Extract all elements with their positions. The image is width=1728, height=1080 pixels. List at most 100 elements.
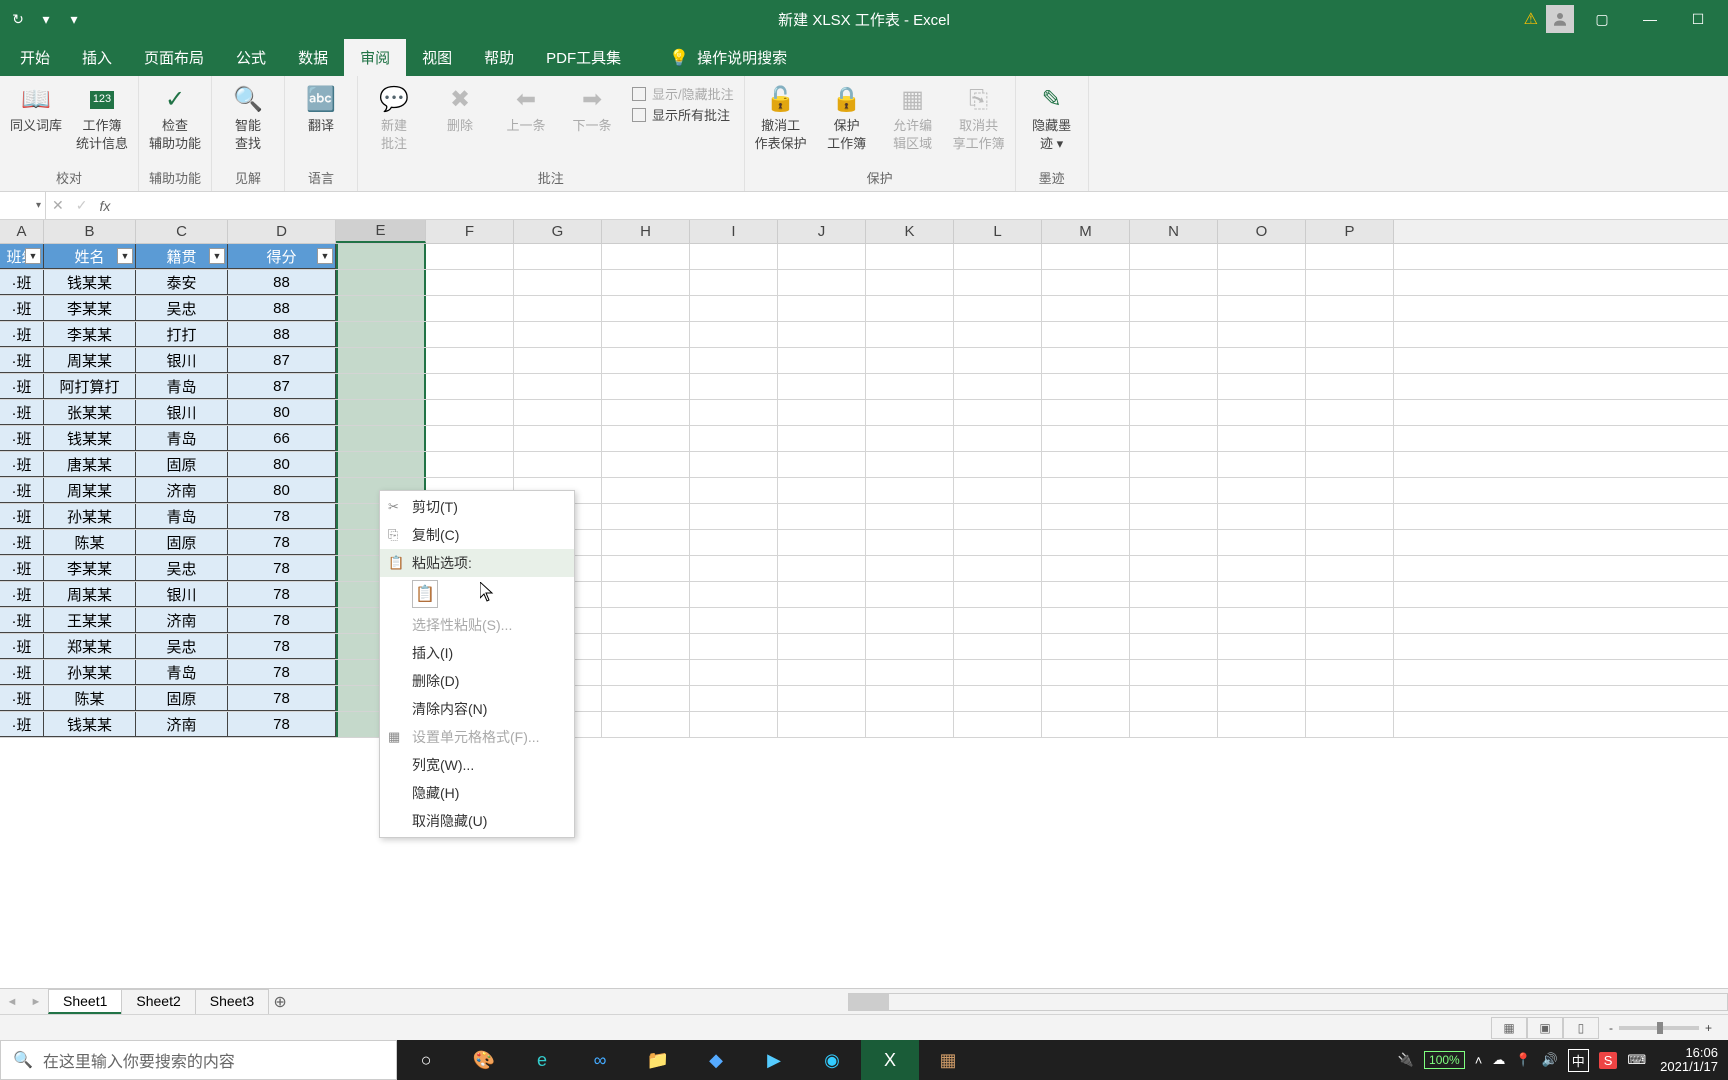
cell[interactable] — [1306, 374, 1394, 399]
cell[interactable]: 青岛 — [136, 426, 228, 451]
col-header-N[interactable]: N — [1130, 220, 1218, 243]
cell[interactable]: 钱某某 — [44, 270, 136, 295]
ctx-item[interactable]: 删除(D) — [380, 667, 574, 695]
zoom-in-button[interactable]: + — [1705, 1021, 1712, 1035]
sheet-tab-Sheet3[interactable]: Sheet3 — [195, 989, 269, 1014]
cell[interactable] — [514, 374, 602, 399]
cell[interactable] — [1306, 426, 1394, 451]
ribbon-btn-ink[interactable]: ✎隐藏墨迹 ▾ — [1022, 80, 1082, 166]
cell[interactable]: ·班 — [0, 712, 44, 737]
cell[interactable]: 班组▼ — [0, 244, 44, 269]
cell[interactable] — [426, 244, 514, 269]
normal-view-button[interactable]: ▦ — [1491, 1017, 1527, 1039]
name-box[interactable]: ▾ — [0, 192, 46, 219]
cell[interactable] — [954, 582, 1042, 607]
col-header-M[interactable]: M — [1042, 220, 1130, 243]
ctx-item[interactable]: 📋粘贴选项: — [380, 549, 574, 577]
col-header-J[interactable]: J — [778, 220, 866, 243]
cell[interactable] — [866, 634, 954, 659]
cell[interactable] — [778, 556, 866, 581]
filter-icon[interactable]: ▼ — [117, 248, 133, 264]
cell[interactable] — [778, 270, 866, 295]
cell[interactable] — [1306, 322, 1394, 347]
col-header-L[interactable]: L — [954, 220, 1042, 243]
cell[interactable] — [1306, 452, 1394, 477]
cell[interactable] — [1042, 270, 1130, 295]
cell[interactable] — [778, 322, 866, 347]
cell[interactable] — [426, 426, 514, 451]
cell[interactable]: ·班 — [0, 504, 44, 529]
cell[interactable] — [336, 270, 426, 295]
cell[interactable] — [426, 270, 514, 295]
cell[interactable]: 78 — [228, 634, 336, 659]
cell[interactable] — [866, 400, 954, 425]
ribbon-tab-5[interactable]: 审阅 — [344, 39, 406, 76]
cell[interactable] — [690, 582, 778, 607]
cell[interactable] — [778, 426, 866, 451]
cell[interactable] — [1042, 530, 1130, 555]
cell[interactable] — [690, 270, 778, 295]
cell[interactable]: 郑某某 — [44, 634, 136, 659]
ribbon-tab-3[interactable]: 公式 — [220, 39, 282, 76]
col-header-B[interactable]: B — [44, 220, 136, 243]
cell[interactable] — [602, 296, 690, 321]
sogou-icon[interactable]: S — [1599, 1052, 1618, 1069]
cell[interactable] — [778, 634, 866, 659]
cell[interactable] — [1042, 348, 1130, 373]
cell[interactable] — [778, 660, 866, 685]
cell[interactable] — [1306, 686, 1394, 711]
col-header-A[interactable]: A — [0, 220, 44, 243]
cell[interactable] — [1130, 270, 1218, 295]
cell[interactable]: 周某某 — [44, 348, 136, 373]
taskbar-clock[interactable]: 16:06 2021/1/17 — [1656, 1046, 1722, 1075]
cell[interactable] — [602, 270, 690, 295]
cell[interactable] — [1042, 686, 1130, 711]
cell[interactable]: ·班 — [0, 582, 44, 607]
page-layout-view-button[interactable]: ▣ — [1527, 1017, 1563, 1039]
cell[interactable]: 固原 — [136, 452, 228, 477]
cell[interactable]: 88 — [228, 270, 336, 295]
cell[interactable] — [1042, 582, 1130, 607]
cell[interactable] — [1130, 530, 1218, 555]
cell[interactable]: 88 — [228, 296, 336, 321]
cell[interactable] — [954, 686, 1042, 711]
battery-status[interactable]: 100% — [1424, 1051, 1465, 1069]
cell[interactable] — [1042, 374, 1130, 399]
cell[interactable]: ·班 — [0, 322, 44, 347]
cortana-icon[interactable]: ○ — [397, 1040, 455, 1080]
cell[interactable] — [602, 348, 690, 373]
cell[interactable] — [778, 296, 866, 321]
cell[interactable]: 李某某 — [44, 322, 136, 347]
cell[interactable]: 籍贯▼ — [136, 244, 228, 269]
ctx-item[interactable]: ⎘复制(C) — [380, 521, 574, 549]
cell[interactable]: 吴忠 — [136, 296, 228, 321]
cell[interactable] — [1042, 296, 1130, 321]
col-header-K[interactable]: K — [866, 220, 954, 243]
cell[interactable] — [1042, 504, 1130, 529]
cell[interactable] — [1130, 322, 1218, 347]
col-header-E[interactable]: E — [336, 220, 426, 243]
ctx-item[interactable]: 清除内容(N) — [380, 695, 574, 723]
cell[interactable] — [426, 452, 514, 477]
add-sheet-button[interactable]: ⊕ — [268, 992, 292, 1012]
cell[interactable] — [866, 296, 954, 321]
cell[interactable]: 78 — [228, 608, 336, 633]
ctx-item[interactable]: 列宽(W)... — [380, 751, 574, 779]
cell[interactable] — [954, 244, 1042, 269]
cell[interactable]: 78 — [228, 530, 336, 555]
zoom-slider[interactable] — [1619, 1026, 1699, 1030]
app-icon-6[interactable]: ▦ — [919, 1040, 977, 1080]
cell[interactable]: ·班 — [0, 400, 44, 425]
cell[interactable] — [1218, 452, 1306, 477]
col-header-I[interactable]: I — [690, 220, 778, 243]
cell[interactable]: 78 — [228, 556, 336, 581]
cell[interactable]: ·班 — [0, 478, 44, 503]
cell[interactable]: 固原 — [136, 530, 228, 555]
maximize-button[interactable]: ☐ — [1678, 0, 1718, 38]
cell[interactable] — [954, 270, 1042, 295]
cell[interactable] — [1306, 660, 1394, 685]
cell[interactable]: 78 — [228, 686, 336, 711]
cell[interactable]: 吴忠 — [136, 556, 228, 581]
cell[interactable] — [690, 400, 778, 425]
cell[interactable] — [866, 608, 954, 633]
